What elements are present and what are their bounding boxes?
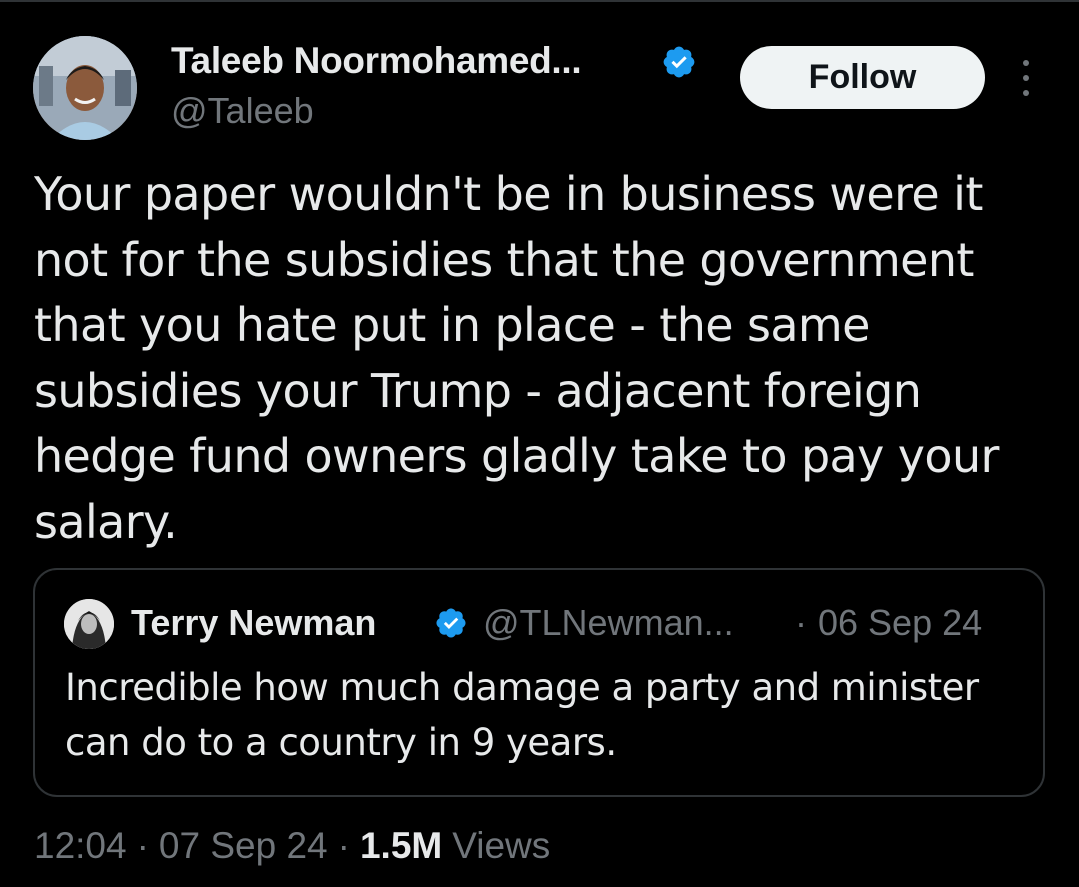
tweet-text: Your paper wouldn't be in business were … <box>34 167 999 549</box>
views-label[interactable]: Views <box>452 825 550 867</box>
quoted-tweet-text: Incredible how much damage a party and m… <box>65 666 979 764</box>
top-divider <box>0 0 1079 2</box>
quoted-author-avatar <box>64 599 114 649</box>
author-name[interactable]: Taleeb Noormohamed... <box>171 40 582 82</box>
author-avatar[interactable] <box>33 36 137 140</box>
quoted-separator: · <box>795 602 807 643</box>
meta-separator: · <box>337 825 350 866</box>
verified-badge-icon <box>663 46 695 78</box>
quoted-date[interactable]: 06 Sep 24 <box>818 602 982 644</box>
tweet-time[interactable]: 12:04 <box>34 825 127 867</box>
tweet-meta: 12:04 · 07 Sep 24 · 1.5M Views <box>34 825 550 867</box>
more-options-icon[interactable] <box>1012 60 1040 96</box>
meta-separator: · <box>136 825 149 866</box>
author-handle[interactable]: @Taleeb <box>171 90 314 132</box>
views-count[interactable]: 1.5M <box>360 825 442 867</box>
quoted-author-handle[interactable]: @TLNewman... <box>483 602 734 644</box>
quoted-author-name[interactable]: Terry Newman <box>131 602 376 644</box>
quoted-verified-badge-icon <box>436 608 466 638</box>
tweet-date[interactable]: 07 Sep 24 <box>159 825 328 867</box>
follow-button[interactable]: Follow <box>740 46 985 109</box>
